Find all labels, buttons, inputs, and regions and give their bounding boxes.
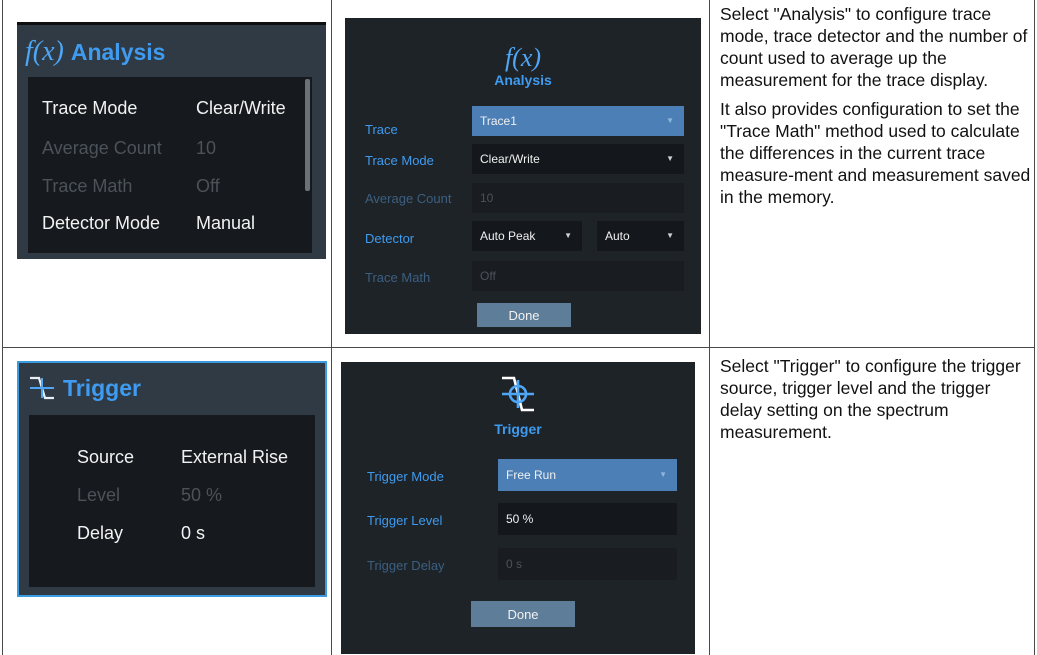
- trace-math-field[interactable]: Off: [472, 261, 684, 291]
- table-border-left: [2, 0, 3, 655]
- analysis-dialog: f(x) Analysis Trace Trace1 ▼ Trace Mode …: [345, 18, 701, 334]
- tile-row-value: External Rise: [181, 447, 289, 467]
- tile-row-value: 50 %: [181, 485, 223, 505]
- trigger-mode-label: Trigger Mode: [367, 469, 444, 484]
- description-paragraph: It also provides configuration to set th…: [720, 99, 1031, 207]
- trigger-level-value: 50 %: [506, 512, 534, 526]
- chevron-down-icon: ▼: [666, 116, 674, 125]
- analysis-tile[interactable]: f(x) Analysis Trace Mode Clear/Write Ave…: [17, 22, 326, 259]
- trigger-icon: [496, 372, 540, 416]
- tile-row-label: Trace Mode: [42, 98, 138, 118]
- tile-row-value: Manual: [196, 213, 256, 233]
- trigger-dialog-header: Trigger: [341, 372, 695, 437]
- detector-label: Detector: [365, 231, 415, 246]
- done-button[interactable]: Done: [477, 303, 571, 327]
- trigger-mode-select[interactable]: Free Run ▼: [498, 459, 677, 491]
- trigger-delay-value: 0 s: [506, 557, 523, 571]
- trace-select-value: Trace1: [480, 114, 517, 128]
- trigger-tile[interactable]: Trigger Source External Rise Level 50 % …: [17, 361, 327, 597]
- fx-icon: f(x): [25, 36, 64, 67]
- description-paragraph: Select "Analysis" to configure trace mod…: [720, 4, 1028, 90]
- average-count-value: 10: [480, 191, 494, 205]
- analysis-tile-body: Trace Mode Clear/Write Average Count 10 …: [28, 77, 312, 253]
- tile-row-label: Source: [77, 447, 135, 467]
- trace-math-label: Trace Math: [365, 270, 431, 285]
- analysis-dialog-title: Analysis: [494, 72, 552, 88]
- analysis-dialog-header: f(x) Analysis: [345, 43, 701, 89]
- trigger-level-label: Trigger Level: [367, 513, 443, 528]
- done-button[interactable]: Done: [471, 601, 575, 627]
- tile-row-value: 0 s: [181, 523, 206, 543]
- trigger-dialog-title: Trigger: [494, 421, 542, 437]
- chevron-down-icon: ▼: [666, 154, 674, 163]
- chevron-down-icon: ▼: [666, 231, 674, 240]
- table-row-divider: [2, 347, 1035, 348]
- tile-row-value: 10: [196, 138, 217, 158]
- trace-mode-select[interactable]: Clear/Write ▼: [472, 144, 684, 174]
- trigger-tile-body: Source External Rise Level 50 % Delay 0 …: [29, 415, 315, 587]
- detector-select[interactable]: Auto Peak ▼: [472, 221, 582, 251]
- average-count-label: Average Count: [365, 191, 452, 206]
- tile-row-label: Average Count: [42, 138, 162, 158]
- trace-select[interactable]: Trace1 ▼: [472, 106, 684, 136]
- trigger-level-field[interactable]: 50 %: [498, 503, 677, 535]
- chevron-down-icon: ▼: [659, 470, 667, 479]
- trigger-tile-title: Trigger: [63, 374, 141, 401]
- fx-icon: f(x): [504, 43, 542, 72]
- detector-select-value: Auto Peak: [480, 229, 536, 243]
- trace-mode-label: Trace Mode: [365, 153, 434, 168]
- detector-mode-select[interactable]: Auto ▼: [597, 221, 684, 251]
- chevron-down-icon: ▼: [564, 231, 572, 240]
- trace-mode-select-value: Clear/Write: [480, 152, 540, 166]
- tile-row-label: Level: [77, 485, 121, 505]
- trigger-delay-label: Trigger Delay: [367, 558, 445, 573]
- description-paragraph: Select "Trigger" to configure the trigge…: [720, 356, 1021, 442]
- table-border-right: [1034, 0, 1035, 655]
- trace-label: Trace: [365, 122, 398, 137]
- detector-mode-select-value: Auto: [605, 229, 630, 243]
- analysis-tile-title: Analysis: [70, 38, 166, 65]
- tile-row-label: Trace Math: [42, 176, 133, 196]
- trigger-dialog: Trigger Trigger Mode Free Run ▼ Trigger …: [341, 362, 695, 654]
- trigger-description: Select "Trigger" to configure the trigge…: [720, 355, 1032, 450]
- average-count-field[interactable]: 10: [472, 183, 684, 213]
- tile-row-label: Delay: [77, 523, 124, 543]
- tile-scrollbar[interactable]: [305, 79, 310, 191]
- trigger-delay-field[interactable]: 0 s: [498, 548, 677, 580]
- tile-row-value: Clear/Write: [196, 98, 286, 118]
- trigger-mode-select-value: Free Run: [506, 468, 557, 482]
- table-divider-2: [709, 0, 710, 655]
- trigger-icon: [27, 373, 57, 403]
- tile-row-label: Detector Mode: [42, 213, 161, 233]
- trace-math-value: Off: [480, 269, 496, 283]
- tile-row-value: Off: [196, 176, 220, 196]
- table-divider-1: [331, 0, 332, 655]
- analysis-description: Select "Analysis" to configure trace mod…: [720, 3, 1032, 215]
